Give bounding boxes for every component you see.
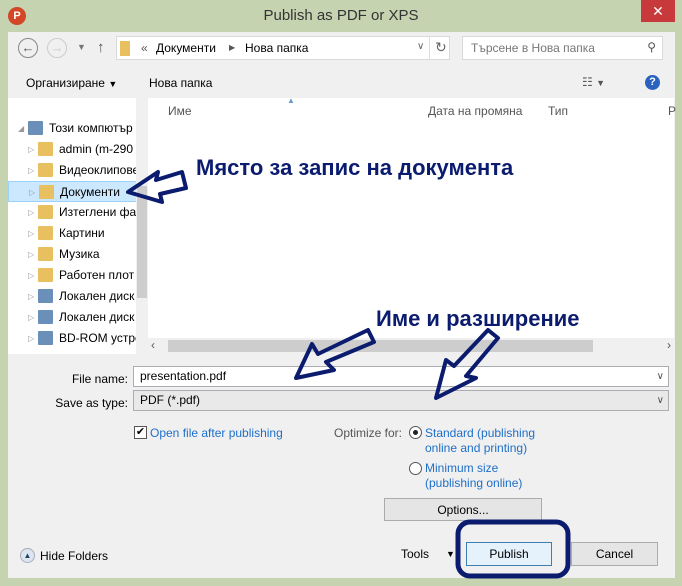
annotation-arrows [126,170,571,579]
publish-highlight [455,519,571,579]
arrow-to-documents [126,170,188,204]
arrow-to-save-type [434,328,500,400]
arrow-to-file-name [294,328,376,380]
